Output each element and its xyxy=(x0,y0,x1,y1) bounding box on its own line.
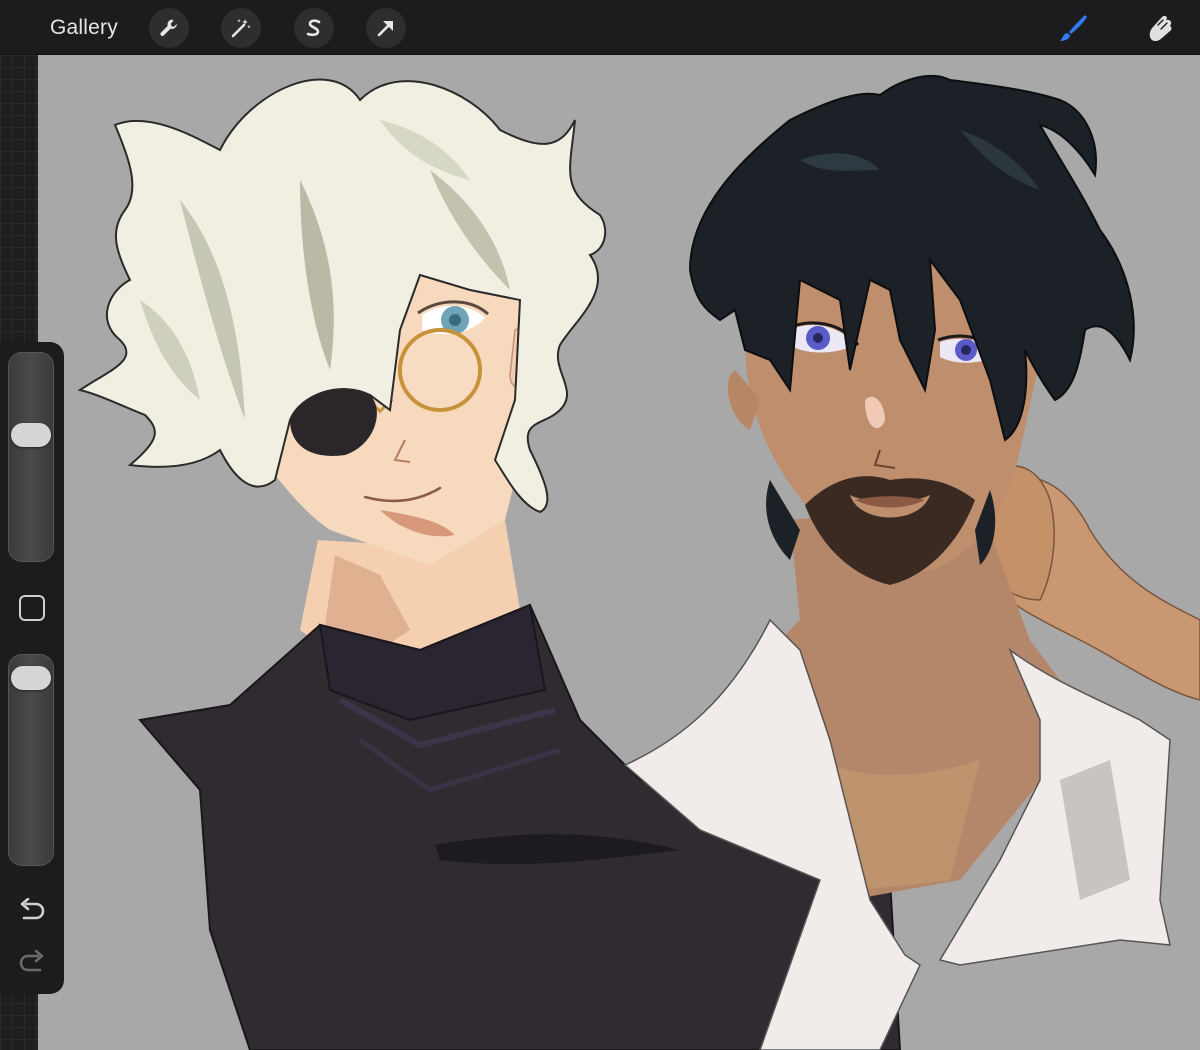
gallery-button[interactable]: Gallery xyxy=(50,13,118,43)
redo-icon xyxy=(19,950,44,972)
left-figure-pupil xyxy=(449,314,461,326)
undo-icon xyxy=(20,898,45,920)
artwork xyxy=(77,75,1200,1050)
left-sidebar xyxy=(0,342,64,994)
selection-s-icon xyxy=(306,19,321,37)
left-figure-monocle xyxy=(398,328,482,412)
smudge-tool-button[interactable] xyxy=(1140,8,1180,48)
redo-button[interactable] xyxy=(17,947,47,977)
modify-button[interactable] xyxy=(19,595,45,621)
brush-icon xyxy=(1060,15,1087,41)
magic-wand-icon xyxy=(231,19,251,38)
wrench-icon xyxy=(160,19,177,36)
actions-button[interactable] xyxy=(149,8,189,48)
opacity-thumb[interactable] xyxy=(11,666,51,691)
drawing-canvas[interactable] xyxy=(38,55,1200,1050)
selection-button[interactable] xyxy=(294,8,334,48)
transform-button[interactable] xyxy=(366,8,406,48)
smudge-finger-icon xyxy=(1149,15,1172,42)
arrow-cursor-icon xyxy=(377,21,393,37)
undo-button[interactable] xyxy=(17,895,47,925)
adjustments-button[interactable] xyxy=(221,8,261,48)
brush-size-slider[interactable] xyxy=(8,352,54,562)
top-toolbar: Gallery xyxy=(0,0,1200,55)
right-figure-pupil-right xyxy=(961,345,971,355)
opacity-slider[interactable] xyxy=(8,654,54,866)
right-figure-pupil-left xyxy=(813,333,823,343)
brush-size-thumb[interactable] xyxy=(11,423,51,448)
brush-tool-button[interactable] xyxy=(1053,8,1093,48)
